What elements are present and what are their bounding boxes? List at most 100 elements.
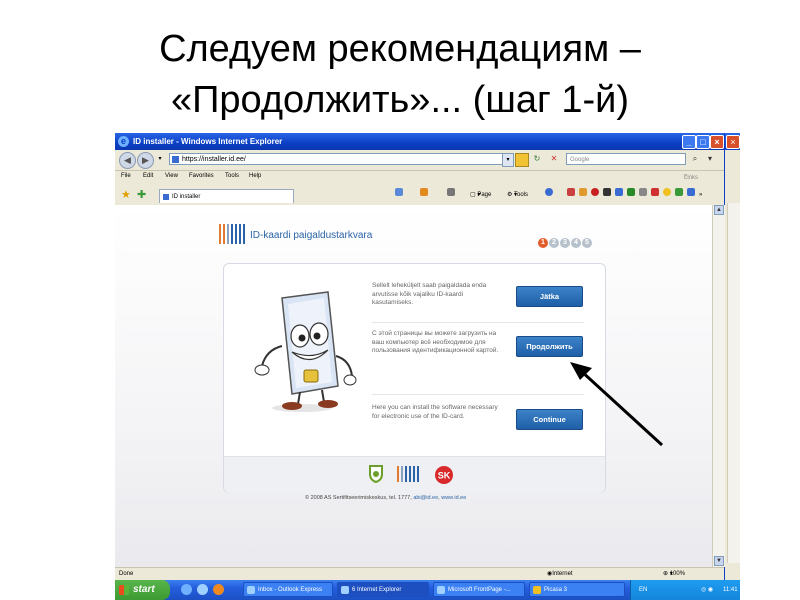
frontpage-icon [437, 586, 445, 594]
print-icon[interactable] [447, 188, 455, 196]
background-close-icon[interactable]: × [726, 135, 740, 149]
address-bar[interactable]: https://installer.id.ee/ [169, 153, 507, 165]
windows-flag-icon [119, 585, 129, 595]
continue-button[interactable]: Continue [516, 409, 583, 430]
start-button[interactable]: start [115, 580, 170, 600]
step-indicator: 12345 [538, 231, 593, 249]
help-icon[interactable] [545, 188, 553, 196]
taskbar-label: Inbox - Outlook Express [258, 587, 323, 593]
toolbar-chevron-icon[interactable]: » [699, 188, 702, 202]
step-4: 4 [571, 238, 581, 248]
menu-edit[interactable]: Edit [143, 173, 153, 179]
toolbar-addon-icon[interactable] [567, 188, 575, 196]
taskbar-item-frontpage[interactable]: Microsoft FrontPage -... [433, 582, 525, 597]
row-text-en: Here you can install the software necess… [372, 404, 498, 420]
language-indicator[interactable]: EN [639, 580, 647, 600]
taskbar-item-outlook[interactable]: Inbox - Outlook Express [243, 582, 333, 597]
toolbar-addon-icon[interactable] [579, 188, 587, 196]
menu-favorites[interactable]: Favorites [189, 173, 214, 179]
copyright-text: © 2008 AS Sertifitseerimiskeskus, tel. 1… [305, 495, 412, 501]
background-browser-window: × [724, 133, 740, 580]
picasa-icon [533, 586, 541, 594]
feeds-icon[interactable] [420, 188, 428, 196]
toolbar-addon-icon[interactable] [687, 188, 695, 196]
tab-id-installer[interactable]: ID installer [159, 189, 294, 203]
taskbar-label: Microsoft FrontPage -... [448, 587, 511, 593]
quicklaunch-ie-icon[interactable] [197, 584, 208, 595]
menu-file[interactable]: File [121, 173, 131, 179]
search-options-icon[interactable]: ▾ [703, 153, 717, 165]
id-logo-icon [219, 224, 247, 244]
maximize-icon[interactable]: □ [696, 135, 710, 149]
toolbar-addon-icon[interactable] [663, 188, 671, 196]
stop-icon[interactable]: ✕ [547, 153, 561, 165]
tray-icons[interactable]: ◎ ◉ [701, 580, 713, 600]
toolbar-addon-icon[interactable] [615, 188, 623, 196]
toolbar-addon-icon[interactable] [603, 188, 611, 196]
search-input[interactable]: Google [566, 153, 686, 165]
links-bar[interactable]: Links » [684, 173, 698, 181]
jatka-button[interactable]: Jätka [516, 286, 583, 307]
menu-help[interactable]: Help [249, 173, 261, 179]
page-menu[interactable]: ▢ Page ▾ [470, 188, 491, 202]
toolbar-addon-icon[interactable] [675, 188, 683, 196]
toolbar-addon-icon[interactable] [591, 188, 599, 196]
step-2: 2 [549, 238, 559, 248]
background-scrollbar[interactable] [727, 203, 740, 563]
security-zone: ◉ Internet [547, 568, 573, 580]
refresh-icon[interactable]: ↻ [530, 153, 544, 165]
toolbar-addon-icon[interactable] [627, 188, 635, 196]
address-toolbar: ◀ ▶ ▾ https://installer.id.ee/ ▾ ↻ ✕ Goo… [115, 150, 724, 171]
taskbar-item-ie[interactable]: 6 Internet Explorer [337, 582, 429, 597]
address-text: https://installer.id.ee/ [182, 156, 246, 163]
tab-page-icon [163, 194, 169, 200]
window-titlebar[interactable]: e ID installer - Windows Internet Explor… [115, 133, 724, 150]
history-dropdown-icon[interactable]: ▾ [155, 153, 165, 165]
close-icon[interactable]: × [710, 135, 724, 149]
tab-label: ID installer [172, 194, 201, 200]
site-link[interactable]: www.id.ee [441, 495, 466, 501]
status-text: Done [119, 571, 134, 577]
step-3: 3 [560, 238, 570, 248]
menu-tools[interactable]: Tools [225, 173, 239, 179]
clock: 11:41 [723, 587, 738, 593]
back-icon[interactable]: ◀ [119, 152, 136, 169]
scroll-down-icon[interactable]: ▼ [714, 556, 724, 566]
id-card-mascot-icon [254, 291, 357, 412]
page-scrollbar[interactable]: ▲ ▼ [712, 205, 725, 567]
row-text-ru: С этой страницы вы можете загрузить на в… [372, 330, 499, 354]
quicklaunch-ie-icon[interactable] [181, 584, 192, 595]
copyright: © 2008 AS Sertifitseerimiskeskus, tel. 1… [305, 495, 466, 501]
quicklaunch-app-icon[interactable] [213, 584, 224, 595]
support-email-link[interactable]: abi@id.ee [413, 495, 438, 501]
zoom-control[interactable]: ⊕ 100% ▾ [663, 568, 685, 580]
command-bar: ▢ Page ▾ ⚙ Tools ▾ » [395, 188, 720, 202]
toolbar-addon-icon[interactable] [639, 188, 647, 196]
search-icon[interactable]: ⌕ [688, 153, 702, 165]
page-content: ID-kaardi paigaldustarkvara 12345 Sellel… [115, 205, 712, 567]
slide-title-line-2: «Продолжить»... (шаг 1-й) [170, 79, 630, 121]
tools-menu[interactable]: ⚙ Tools ▾ [507, 188, 528, 202]
page-icon [172, 156, 179, 163]
minimize-icon[interactable]: _ [682, 135, 696, 149]
prodolzhit-button[interactable]: Продолжить [516, 336, 583, 357]
add-favorites-icon[interactable]: ✚ [137, 188, 146, 201]
copyright-separator: , [438, 495, 440, 501]
system-tray: EN ◎ ◉ 11:41 [630, 580, 740, 600]
favorites-star-icon[interactable]: ★ [121, 188, 131, 201]
toolbar-addon-icon[interactable] [651, 188, 659, 196]
shield-icon [369, 465, 383, 483]
scroll-up-icon[interactable]: ▲ [714, 205, 724, 215]
lock-icon[interactable] [515, 153, 529, 167]
taskbar-item-picasa[interactable]: Picasa 3 [529, 582, 625, 597]
home-icon[interactable] [395, 188, 403, 196]
tools-menu-label: Tools [514, 192, 529, 198]
start-label: start [133, 584, 155, 595]
forward-icon[interactable]: ▶ [137, 152, 154, 169]
address-dropdown-icon[interactable]: ▾ [502, 153, 514, 167]
row-divider [372, 394, 584, 395]
step-1: 1 [538, 238, 548, 248]
slide-title-line-1: Следуем рекомендациям – [159, 28, 641, 70]
zoom-level: 100% [669, 571, 686, 577]
menu-view[interactable]: View [165, 173, 178, 179]
